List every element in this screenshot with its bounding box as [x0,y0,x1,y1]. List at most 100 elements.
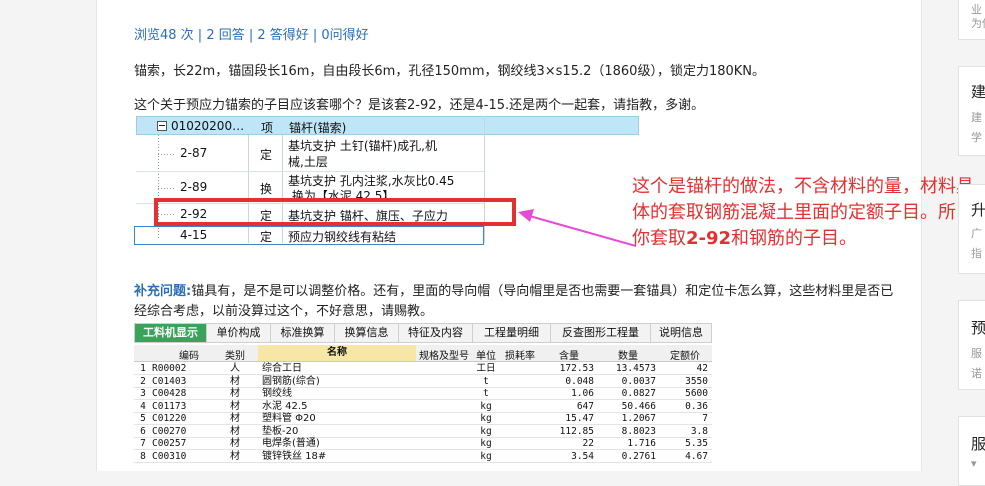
grid-header-cell: 数量 [618,351,638,362]
supplement-label: 补充问题: [134,284,192,299]
sidebar-card[interactable]: 预 服 诺 [958,300,985,390]
tab-item[interactable]: 特征及内容 [399,324,473,342]
table-cell: C00310 [152,450,187,462]
table-row[interactable]: 6 C00270 材 垫板-20 kg 112.85 8.8023 3.8 [134,426,712,438]
sidebar-card-sub: 服 [971,347,982,360]
table-cell: C01220 [152,413,187,424]
sidebar-card-title: 服 [971,435,985,453]
sidebar-card-sub: 广 [971,227,982,240]
table-row[interactable]: 7 C00257 材 电焊条(普通) kg 22 1.716 5.35 [134,438,712,450]
sidebar-card-sub: 学 [971,131,982,144]
table-cell: 1.06 [571,388,594,399]
table-cell: 材 [230,438,240,449]
table-cell: 50.466 [621,400,656,412]
sidebar-card[interactable]: 服 ▾ [958,416,985,486]
table-cell: 0.36 [685,400,708,412]
table-cell: 0.0827 [621,388,656,399]
table-cell: 42 [696,363,708,374]
table-row[interactable]: 1 R00002 人 综合工日 工日 172.53 13.4573 42 [134,363,712,375]
table-cell: C00270 [152,425,187,437]
row-name: 基坑支护 土钉(锚杆)成孔,机 [288,139,437,153]
sidebar-card-title: 建 [971,83,985,101]
table-cell: 1.2067 [621,413,656,424]
table-cell: 1 [140,363,146,374]
sidebar-card[interactable]: 业 为你 [958,0,985,40]
table-cell: kg [480,413,492,424]
dropdown-icon: ▾ [971,457,977,470]
collapse-icon[interactable] [157,121,167,131]
table-row[interactable]: 2 C01403 材 圆钢筋(综合) t 0.048 0.0037 3550 [134,376,712,388]
table-cell: 5 [140,413,146,424]
annotation-bold: 2-92 [686,228,732,249]
sidebar-card-sub: 诺 [971,367,982,380]
table-row[interactable]: 3 C00428 材 钢绞线 t 1.06 0.0827 5600 [134,388,712,400]
grid-header-cell: 规格及型号 [419,351,469,362]
table-cell: t [483,388,489,399]
table-cell: 1.716 [627,438,656,449]
table-cell: 172.53 [559,363,594,374]
row-code: 2-89 [180,180,208,194]
table-cell: 人 [230,363,240,374]
grid-header: 编码 类别 名称 规格及型号 单位 损耗率 含量 数量 定额价 [134,345,712,362]
question-text: 这个关于预应力锚索的子目应该套哪个？是该套2-92，还是4-15.还是两个一起套… [134,98,705,113]
table-cell: kg [480,425,492,437]
tab-item[interactable]: 工程量明细 [473,324,551,342]
table-cell: 材 [230,450,240,462]
table-cell: 圆钢筋(综合) [262,375,320,387]
header-type: 项 [261,121,274,135]
sidebar-card[interactable]: 建 建 学 [958,66,985,156]
table-cell: 综合工日 [262,363,302,374]
table-cell: 647 [576,400,594,412]
tab-item[interactable]: 标准换算 [271,324,335,342]
table-cell: kg [480,438,492,449]
grid-header-cell: 编码 [179,351,199,362]
tab-item[interactable]: 工料机显示 [135,324,207,342]
tab-item[interactable]: 反查图形工程量 [551,324,651,342]
table-cell: kg [480,400,492,412]
row-type: 定 [260,148,273,162]
table-cell: 0.0037 [621,375,656,387]
table-cell: 材 [230,425,240,437]
table-cell: 电焊条(普通) [262,438,320,449]
table-row[interactable]: 5 C01220 材 塑料管 Φ20 kg 15.47 1.2067 7 [134,413,712,425]
table-row[interactable]: 4 C01173 材 水泥 42.5 kg 647 50.466 0.36 [134,401,712,413]
quota-table-header: 01020200… 项 锚杆(锚索) [136,116,639,135]
table-cell: 22 [582,438,594,449]
table-cell: 8.8023 [621,425,656,437]
sidebar-card-sub: 指 [971,247,982,260]
table-cell: 材 [230,375,240,387]
annotation-part: 和钢筋的子目。 [731,228,858,249]
table-cell: 5.35 [685,438,708,449]
table-cell: 材 [230,413,240,424]
table-cell: 0.048 [565,375,594,387]
supplement-text: 锚具有，是不是可以调整价格。还有，里面的导向帽（导向帽里是否也需要一套锚具）和定… [134,284,894,319]
grid-header-cell: 单位 [476,351,496,362]
table-row[interactable]: 8 C00310 材 镀锌铁丝 18# kg 3.54 0.2761 4.67 [134,451,712,463]
row-type: 换 [260,182,273,196]
grid-header-cell: 名称 [258,345,416,361]
table-cell: 5600 [685,388,708,399]
annotation-text: 这个是锚杆的做法，不含材料的量，材料具体的套取钢筋混凝土里面的定额子目。所以你套… [632,174,982,252]
question-stats[interactable]: 浏览48 次 | 2 回答 | 2 答得好 | 0问得好 [134,24,369,43]
table-cell: 钢绞线 [262,388,292,399]
table-cell: 2 [140,375,146,387]
sidebar-card[interactable]: 升 广 指 [958,184,985,274]
tab-item[interactable]: 说明信息 [651,324,711,342]
table-cell: 塑料管 Φ20 [262,413,316,424]
question-description: 锚索，长22m，锚固段长16m，自由段长6m，孔径150mm，钢绞线3×s15.… [134,64,766,79]
table-cell: C00257 [152,438,187,449]
table-cell: t [483,375,489,387]
table-cell: kg [480,450,492,462]
table-cell: 8 [140,450,146,462]
grid-header-cell: 含量 [559,351,579,362]
header-code: 01020200… [171,119,245,133]
table-cell: 3.8 [690,425,708,437]
table-cell: 0.2761 [621,450,656,462]
tab-item[interactable]: 换算信息 [335,324,399,342]
table-cell: 水泥 42.5 [262,400,308,412]
tab-item[interactable]: 单价构成 [207,324,271,342]
table-cell: 15.47 [565,413,594,424]
table-cell: R00002 [152,363,187,374]
software-tabs: 工料机显示 单价构成 标准换算 换算信息 特征及内容 工程量明细 反查图形工程量… [134,323,712,343]
table-cell: C01403 [152,375,187,387]
